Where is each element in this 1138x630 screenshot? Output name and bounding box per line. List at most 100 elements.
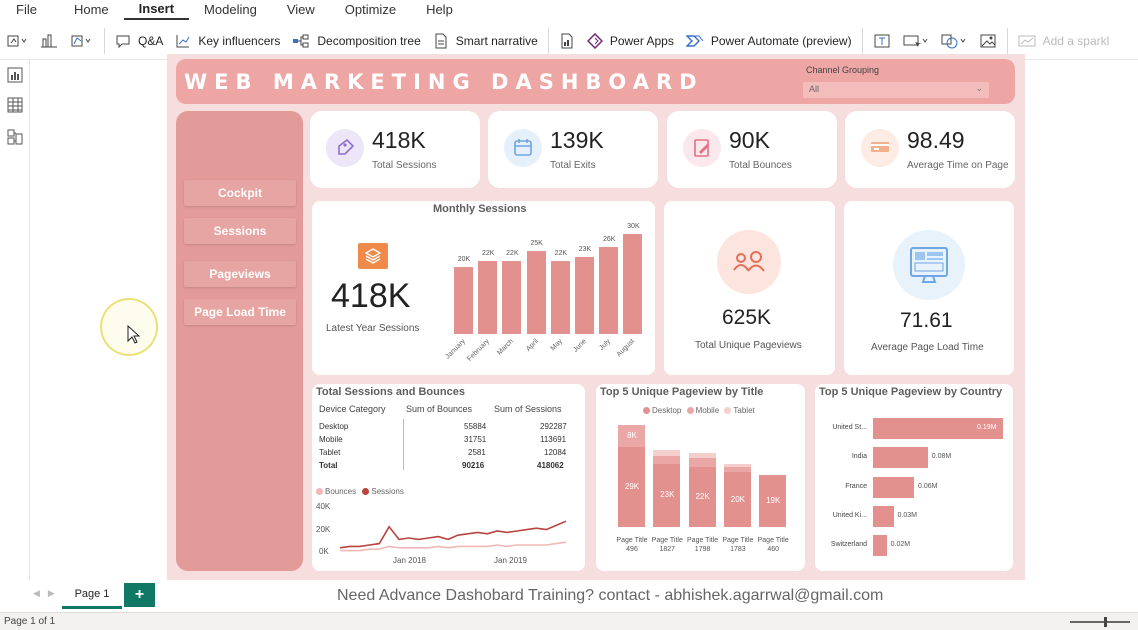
legend-mobile-swatch — [686, 407, 694, 415]
smart-narrative-label: Smart narrative — [455, 33, 538, 48]
nav-sessions-button[interactable]: Sessions — [184, 218, 296, 244]
monthly-bar-label: 25K — [530, 239, 543, 247]
navigation-panel: Cockpit Sessions Pageviews Page Load Tim… — [176, 111, 303, 571]
report-view-icon[interactable] — [6, 66, 24, 84]
legend-mobile: Mobile — [695, 406, 720, 415]
stacked-bar-mobile — [723, 466, 751, 472]
menu-help[interactable]: Help — [411, 1, 468, 19]
title-category-label: Page Title 496 — [616, 537, 648, 553]
power-automate-label: Power Automate (preview) — [710, 33, 852, 48]
users-icon — [717, 230, 781, 294]
paginated-report-button[interactable] — [553, 26, 581, 56]
country-label: France — [845, 482, 867, 490]
speech-bubble-icon — [116, 35, 130, 48]
nav-page-load-time-button[interactable]: Page Load Time — [184, 299, 296, 325]
slicer-label: Channel Grouping — [806, 65, 880, 75]
image-icon — [980, 34, 996, 47]
title-category-label: Page Title 1827 — [651, 537, 683, 553]
table-view-icon[interactable] — [6, 96, 24, 114]
title-category-label: Page Title 460 — [757, 537, 789, 553]
country-label: United St... — [832, 424, 867, 431]
layers-icon — [358, 243, 388, 269]
table-cell: Desktop — [319, 422, 349, 431]
table-cell: Tablet — [319, 448, 341, 457]
power-bi-desktop: File Home Insert Modeling View Optimize … — [0, 0, 1138, 630]
monthly-bar — [550, 260, 570, 334]
menu-home[interactable]: Home — [59, 1, 124, 19]
page-load-time-value: 71.61 — [900, 309, 953, 332]
edit-icon — [683, 129, 721, 167]
channel-grouping-slicer[interactable]: All ⌄ — [803, 82, 989, 98]
add-sparkline-button[interactable]: Add a sparkl — [1012, 26, 1116, 56]
monthly-bar — [502, 260, 522, 334]
key-influencers-button[interactable]: Key influencers — [169, 26, 286, 56]
image-button[interactable] — [973, 26, 1003, 56]
table-header-bounces: Sum of Bounces — [406, 404, 473, 414]
decomposition-tree-button[interactable]: Decomposition tree — [286, 26, 426, 56]
table-header-device: Device Category — [319, 404, 386, 414]
bar-chart-icon — [41, 34, 57, 47]
monthly-bar — [454, 267, 473, 334]
text-box-button[interactable] — [867, 26, 897, 56]
page-load-time-label: Average Page Load Time — [871, 342, 984, 353]
latest-year-sessions-label: Latest Year Sessions — [326, 323, 420, 334]
chart-dropdown-icon — [71, 35, 91, 46]
stacked-bar-tablet — [688, 452, 716, 459]
kpi-value: 139K — [550, 127, 604, 153]
table-cell: 292287 — [540, 422, 567, 431]
model-view-icon[interactable] — [6, 128, 24, 146]
smart-narrative-button[interactable]: Smart narrative — [427, 26, 544, 56]
nav-cockpit-button[interactable]: Cockpit — [184, 180, 296, 206]
legend-desktop: Desktop — [652, 406, 682, 415]
kpi-card-total-sessions: 418K Total Sessions — [310, 111, 480, 188]
button-icon — [903, 35, 928, 47]
buttons-dropdown[interactable] — [897, 26, 935, 56]
line-legend: Bounces Sessions — [316, 487, 404, 496]
monthly-bar-label: 26K — [602, 236, 616, 244]
new-visual-button[interactable] — [0, 26, 34, 56]
stacked-bar-label: 29K — [624, 482, 640, 492]
country-bar — [873, 476, 915, 498]
nav-pageviews-button[interactable]: Pageviews — [184, 261, 296, 287]
menu-modeling[interactable]: Modeling — [189, 1, 272, 19]
kpi-label: Total Exits — [550, 160, 596, 171]
zoom-slider-thumb[interactable] — [1104, 617, 1107, 627]
add-page-button[interactable]: + — [124, 583, 155, 607]
stacked-bar-tablet — [723, 463, 751, 467]
dashboard-header: WEB MARKETING DASHBOARD Channel Grouping… — [176, 59, 1015, 104]
series-line-sessions — [339, 520, 567, 549]
smart-narrative-icon — [435, 33, 447, 48]
monthly-bar — [526, 250, 546, 334]
sessions-bounces-title: Total Sessions and Bounces — [316, 386, 465, 398]
page-tab-1[interactable]: Page 1 — [62, 580, 122, 609]
legend-tablet-swatch — [724, 407, 732, 415]
more-visuals-button[interactable] — [64, 26, 100, 56]
new-visual-icon — [7, 35, 27, 46]
qa-button[interactable]: Q&A — [109, 26, 169, 56]
monthly-bar — [478, 260, 498, 334]
key-influencers-label: Key influencers — [198, 33, 281, 48]
status-page-indicator: Page 1 of 1 — [4, 616, 56, 627]
menu-optimize[interactable]: Optimize — [330, 1, 411, 19]
key-influencers-icon — [176, 34, 190, 47]
chevron-down-icon: ⌄ — [975, 83, 983, 93]
unique-pageviews-value: 625K — [722, 306, 772, 329]
power-apps-button[interactable]: Power Apps — [581, 26, 680, 56]
status-bar: Page 1 of 1 — [0, 612, 1138, 630]
menu-insert[interactable]: Insert — [123, 0, 190, 20]
table-header-sessions: Sum of Sessions — [494, 404, 562, 414]
y-tick-label: 20K — [316, 525, 331, 534]
shapes-icon — [941, 34, 966, 48]
stacked-bar-label: 8K — [627, 431, 637, 441]
menu-file[interactable]: File — [0, 1, 59, 19]
zoom-slider[interactable] — [1070, 621, 1130, 623]
column-chart-button[interactable] — [34, 26, 64, 56]
page-nav-arrows[interactable]: ◀▶ — [33, 588, 63, 599]
shapes-dropdown[interactable] — [935, 26, 973, 56]
legend-sessions-swatch — [362, 488, 370, 496]
menu-view[interactable]: View — [272, 1, 330, 19]
mouse-pointer-icon — [127, 325, 141, 344]
power-automate-button[interactable]: Power Automate (preview) — [680, 26, 858, 56]
ribbon-separator — [861, 27, 863, 54]
table-cell: 113691 — [540, 435, 567, 444]
